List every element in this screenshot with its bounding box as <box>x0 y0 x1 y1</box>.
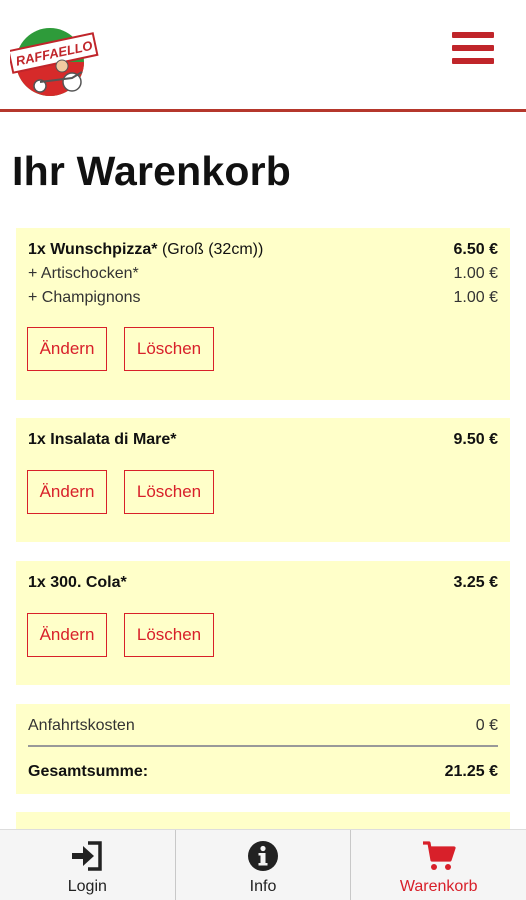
delete-button[interactable]: Löschen <box>124 327 214 371</box>
nav-label-login: Login <box>67 878 107 895</box>
login-icon <box>72 841 103 871</box>
cart-item-row: 1x Insalata di Mare* 9.50 € <box>28 431 498 449</box>
change-button[interactable]: Ändern <box>27 327 107 371</box>
nav-item-info[interactable]: Info <box>174 830 351 900</box>
nav-label-info: Info <box>249 878 277 895</box>
item-name: 1x Insalata di Mare* <box>28 431 177 448</box>
bottom-navigation: Login Info Warenkorb <box>0 829 526 900</box>
extra-name: + Champignons <box>28 289 141 306</box>
cart-item-row: 1x 300. Cola* 3.25 € <box>28 574 498 592</box>
extra-price: 1.00 € <box>453 265 498 282</box>
item-price: 6.50 € <box>453 241 498 258</box>
hamburger-menu-icon[interactable] <box>452 32 494 64</box>
extra-row: + Champignons 1.00 € <box>28 289 498 307</box>
item-name: 1x 300. Cola* <box>28 574 127 591</box>
next-card-partial <box>16 812 510 829</box>
item-price: 9.50 € <box>453 431 498 448</box>
cart-item-card: 1x Insalata di Mare* 9.50 € Ändern Lösch… <box>16 418 510 542</box>
app-header: RAFFAELLO <box>0 0 526 112</box>
total-label: Gesamtsumme: <box>28 763 149 780</box>
total-value: 21.25 € <box>444 763 498 780</box>
nav-label-cart: Warenkorb <box>399 878 478 895</box>
item-name: 1x Wunschpizza* <box>28 241 158 258</box>
delivery-cost-label: Anfahrtskosten <box>28 717 135 734</box>
order-summary-card: Anfahrtskosten 0 € Gesamtsumme: 21.25 € <box>16 704 510 794</box>
item-variant: (Groß (32cm)) <box>161 241 264 258</box>
total-row: Gesamtsumme: 21.25 € <box>28 763 498 781</box>
change-button[interactable]: Ändern <box>27 470 107 514</box>
cart-item-row: 1x Wunschpizza* (Groß (32cm)) 6.50 € <box>28 241 498 259</box>
nav-item-cart[interactable]: Warenkorb <box>350 830 526 900</box>
item-price: 3.25 € <box>453 574 498 591</box>
extra-price: 1.00 € <box>453 289 498 306</box>
info-icon <box>248 841 278 871</box>
delivery-cost-value: 0 € <box>475 717 498 734</box>
nav-item-login[interactable]: Login <box>0 830 175 900</box>
page-title: Ihr Warenkorb <box>12 148 292 194</box>
delete-button[interactable]: Löschen <box>124 613 214 657</box>
cart-icon <box>422 841 456 870</box>
cart-item-card: 1x Wunschpizza* (Groß (32cm)) 6.50 € + A… <box>16 228 510 400</box>
extra-name: + Artischocken* <box>28 265 139 282</box>
change-button[interactable]: Ändern <box>27 613 107 657</box>
delete-button[interactable]: Löschen <box>124 470 214 514</box>
extra-row: + Artischocken* 1.00 € <box>28 265 498 283</box>
raffaello-logo[interactable]: RAFFAELLO <box>10 22 102 98</box>
cart-item-card: 1x 300. Cola* 3.25 € Ändern Löschen <box>16 561 510 685</box>
summary-divider <box>28 745 498 747</box>
delivery-cost-row: Anfahrtskosten 0 € <box>28 717 498 735</box>
